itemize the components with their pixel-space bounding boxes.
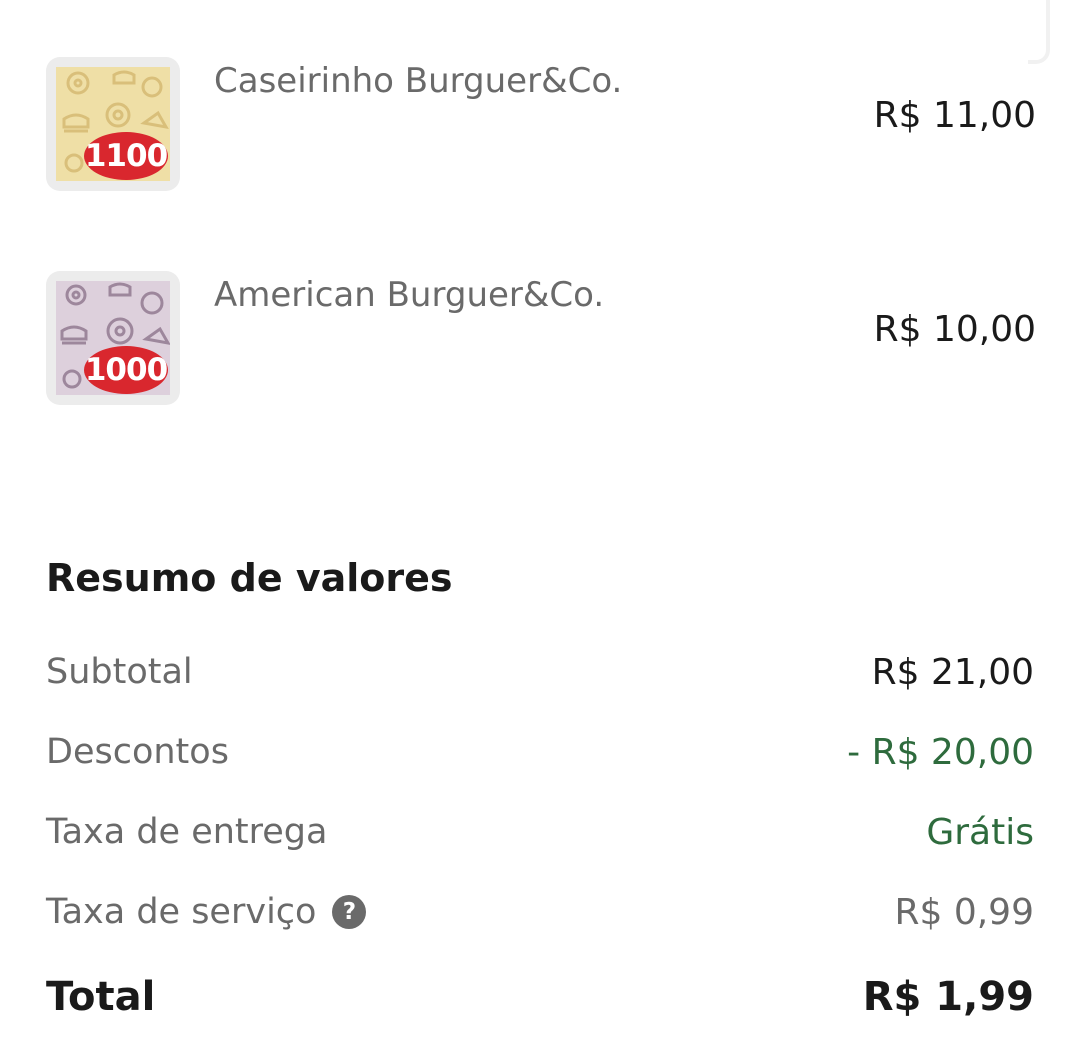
subtotal-value: R$ 21,00: [871, 652, 1034, 693]
total-value: R$ 1,99: [862, 974, 1034, 1020]
quantity-badge: 1100: [84, 132, 168, 180]
product-thumbnail: 1100: [46, 57, 180, 191]
item-price: R$ 11,00: [873, 95, 1036, 136]
service-fee-row: Taxa de serviço ? R$ 0,99: [46, 892, 1034, 942]
delivery-fee-value: Grátis: [926, 812, 1034, 853]
subtotal-row: Subtotal R$ 21,00: [46, 652, 1034, 702]
summary-title: Resumo de valores: [46, 556, 453, 600]
service-fee-label-group: Taxa de serviço ?: [46, 892, 367, 932]
quantity-badge: 1000: [84, 346, 168, 394]
subtotal-label: Subtotal: [46, 652, 193, 692]
discounts-row: Descontos - R$ 20,00: [46, 732, 1034, 782]
delivery-fee-row: Taxa de entrega Grátis: [46, 812, 1034, 862]
scroll-edge-decoration: [1028, 0, 1050, 64]
product-thumbnail: 1000: [46, 271, 180, 405]
question-circle-icon[interactable]: ?: [332, 895, 367, 929]
total-row: Total R$ 1,99: [46, 974, 1034, 1028]
total-label: Total: [46, 974, 156, 1020]
cart-item[interactable]: 1000 American Burguer&Co. R$ 10,00: [46, 271, 1036, 407]
cart-item[interactable]: 1100 Caseirinho Burguer&Co. R$ 11,00: [46, 57, 1036, 193]
item-name: American Burguer&Co.: [214, 275, 605, 315]
discounts-label: Descontos: [46, 732, 229, 772]
item-price: R$ 10,00: [873, 309, 1036, 350]
service-fee-label: Taxa de serviço: [46, 892, 317, 932]
service-fee-value: R$ 0,99: [894, 892, 1034, 933]
item-name: Caseirinho Burguer&Co.: [214, 61, 623, 101]
discounts-value: - R$ 20,00: [847, 732, 1034, 773]
delivery-fee-label: Taxa de entrega: [46, 812, 328, 852]
